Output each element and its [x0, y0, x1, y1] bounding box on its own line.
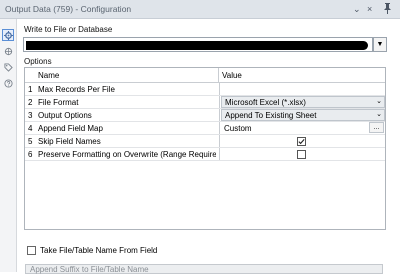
close-icon[interactable]: × — [367, 3, 372, 15]
option-row-max-records[interactable]: 1 Max Records Per File — [25, 83, 385, 96]
options-label: Options — [24, 57, 52, 66]
row-number: 4 — [28, 124, 33, 133]
option-name: Append Field Map — [38, 124, 103, 133]
connection-icon[interactable] — [2, 45, 14, 57]
file-format-dropdown[interactable]: Microsoft Excel (*.xlsx) ⌄ — [221, 96, 385, 108]
value-cell: Append To Existing Sheet ⌄ — [219, 109, 385, 121]
gear-icon[interactable] — [2, 29, 14, 41]
option-name: Skip Field Names — [38, 137, 101, 146]
option-name: File Format — [38, 98, 79, 107]
take-from-field-checkbox[interactable] — [27, 246, 36, 255]
file-format-value: Microsoft Excel (*.xlsx) — [225, 98, 306, 107]
max-records-input[interactable] — [219, 83, 385, 95]
option-row-preserve-formatting[interactable]: 6 Preserve Formatting on Overwrite (Rang… — [25, 148, 385, 161]
options-grid: Name Value 1 Max Records Per File 2 File… — [24, 67, 386, 230]
ellipsis-button[interactable]: ... — [369, 122, 384, 133]
path-dropdown-button[interactable]: ▼ — [373, 37, 387, 52]
row-number: 2 — [28, 98, 33, 107]
column-divider[interactable] — [218, 68, 219, 83]
config-sidebar — [0, 19, 17, 272]
help-icon[interactable] — [2, 77, 14, 89]
chevron-down-icon[interactable]: ⌄ — [353, 3, 361, 15]
chevron-down-icon: ⌄ — [376, 98, 382, 105]
take-from-field-label: Take File/Table Name From Field — [40, 246, 158, 255]
column-header-value: Value — [222, 71, 242, 80]
value-cell: Microsoft Excel (*.xlsx) ⌄ — [219, 96, 385, 108]
preserve-formatting-checkbox[interactable] — [297, 150, 306, 159]
value-cell: Custom ... — [219, 122, 385, 134]
row-number: 3 — [28, 111, 33, 120]
row-number: 6 — [28, 150, 33, 159]
write-to-label: Write to File or Database — [24, 25, 113, 34]
skip-field-names-checkbox[interactable] — [297, 137, 306, 146]
pin-icon[interactable] — [383, 3, 392, 17]
window-title: Output Data (759) - Configuration — [5, 4, 132, 14]
option-row-skip-field-names[interactable]: 5 Skip Field Names — [25, 135, 385, 148]
title-bar: Output Data (759) - Configuration ⌄ × — [0, 0, 400, 19]
option-name: Max Records Per File — [38, 85, 115, 94]
grid-header: Name Value — [25, 68, 385, 83]
option-row-file-format[interactable]: 2 File Format Microsoft Excel (*.xlsx) ⌄ — [25, 96, 385, 109]
value-cell — [219, 135, 385, 147]
append-suffix-dropdown[interactable]: Append Suffix to File/Table Name — [25, 264, 383, 274]
append-suffix-value: Append Suffix to File/Table Name — [30, 265, 149, 274]
tag-icon[interactable] — [2, 61, 14, 73]
redacted-path — [26, 41, 368, 50]
option-row-append-field-map[interactable]: 4 Append Field Map Custom ... — [25, 122, 385, 135]
option-name: Preserve Formatting on Overwrite (Range … — [38, 150, 216, 159]
value-cell — [219, 148, 385, 160]
chevron-down-icon: ▼ — [376, 41, 384, 48]
row-number: 1 — [28, 85, 33, 94]
output-options-dropdown[interactable]: Append To Existing Sheet ⌄ — [221, 109, 385, 121]
column-header-name: Name — [38, 71, 60, 80]
option-name: Output Options — [38, 111, 92, 120]
row-number: 5 — [28, 137, 33, 146]
append-field-map-value: Custom — [224, 124, 252, 133]
chevron-down-icon: ⌄ — [376, 111, 382, 118]
option-row-output-options[interactable]: 3 Output Options Append To Existing Shee… — [25, 109, 385, 122]
output-options-value: Append To Existing Sheet — [225, 111, 317, 120]
